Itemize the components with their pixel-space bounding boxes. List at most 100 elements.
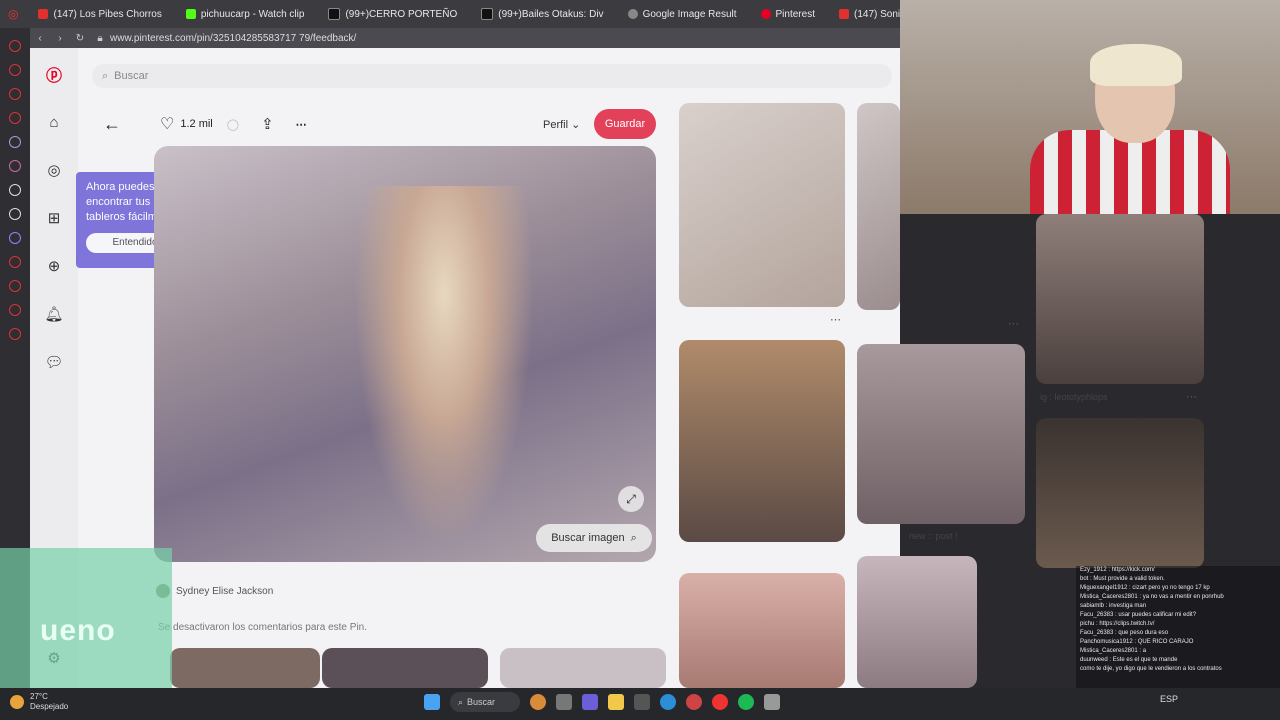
pin-caption: new :: post !: [909, 531, 958, 541]
related-pin[interactable]: [322, 648, 488, 688]
save-button[interactable]: Guardar: [594, 109, 656, 139]
browser-sidebar: [0, 28, 30, 548]
sidebar-app-icon[interactable]: [9, 40, 21, 52]
widget-icon[interactable]: [530, 694, 546, 710]
boards-icon[interactable]: ⊞: [44, 208, 64, 228]
related-pin[interactable]: [857, 103, 900, 310]
sidebar-app-icon[interactable]: [9, 136, 21, 148]
pin-image-subject: [354, 186, 534, 546]
related-pin[interactable]: [679, 340, 845, 542]
tiktok-icon: [481, 8, 494, 20]
visual-search-icon: ⌕: [630, 531, 637, 544]
edge-icon[interactable]: [660, 694, 676, 710]
sidebar-app-icon[interactable]: [9, 184, 21, 196]
home-icon[interactable]: ⌂: [44, 112, 64, 132]
sidebar-app-icon[interactable]: [9, 64, 21, 76]
language-indicator[interactable]: ESP: [1160, 694, 1178, 704]
more-options-icon[interactable]: ⋯: [1008, 317, 1019, 330]
chevron-down-icon: ⌄: [571, 119, 581, 131]
sidebar-app-icon[interactable]: [9, 256, 21, 268]
chat-line: Mistica_Caceres2801 : ya no vas a mentir…: [1080, 594, 1224, 600]
related-pin[interactable]: [679, 103, 845, 307]
more-options-icon[interactable]: ⋯: [1186, 390, 1197, 403]
profile-dropdown[interactable]: Perfil ⌄: [543, 118, 580, 131]
taskbar-apps: ⌕ Buscar: [424, 692, 780, 712]
webcam-hair: [1090, 44, 1182, 86]
globe-icon: [627, 9, 638, 19]
create-icon[interactable]: ⊕: [44, 256, 64, 276]
tab-4[interactable]: (99+)Bailes Otakus: Div: [469, 0, 615, 28]
spotify-icon[interactable]: [738, 694, 754, 710]
chat-line: Facu_26383 : usar puedes calificar mi ed…: [1080, 612, 1197, 618]
more-options-icon[interactable]: ⋯: [296, 118, 307, 131]
explore-icon[interactable]: ◎: [44, 160, 64, 180]
chat-line: Ezy_1912 : https://kick.com/: [1080, 567, 1155, 573]
related-pin[interactable]: [679, 573, 845, 688]
pinterest-icon: [760, 9, 771, 19]
back-icon[interactable]: ‹: [30, 33, 50, 44]
chat-line: Panchomusica1912 : QUE RICO CARAJO: [1080, 639, 1194, 645]
sidebar-app-icon[interactable]: [9, 280, 21, 292]
expand-icon[interactable]: ⤢: [618, 486, 644, 512]
share-icon[interactable]: ⇪: [261, 115, 274, 133]
chat-line: duunweed : Este es el que te mande: [1080, 657, 1178, 663]
tab-6[interactable]: Pinterest: [749, 0, 827, 28]
temperature: 27°C: [30, 692, 48, 701]
search-image-button[interactable]: Buscar imagen ⌕: [536, 524, 652, 552]
chat-line: sabiamlb : investiga man: [1080, 603, 1147, 609]
chat-line: Mistica_Caceres2801 : a: [1080, 648, 1147, 654]
chat-line: Miguexangel1912 : cizart pero yo no teng…: [1080, 585, 1210, 591]
youtube-icon: [38, 9, 49, 19]
tab-2[interactable]: pichuucarp - Watch clip: [174, 0, 317, 28]
sidebar-app-icon[interactable]: [9, 112, 21, 124]
comment-icon[interactable]: ◯: [227, 118, 239, 131]
opera-icon[interactable]: [712, 694, 728, 710]
related-pin[interactable]: [170, 648, 320, 688]
app-icon[interactable]: [686, 694, 702, 710]
sidebar-app-icon[interactable]: [9, 304, 21, 316]
task-view-icon[interactable]: [556, 694, 572, 710]
file-explorer-icon[interactable]: [608, 694, 624, 710]
kick-icon: [185, 9, 196, 19]
weather-widget[interactable]: 27°C Despejado: [10, 692, 68, 712]
sponsor-logo: ueno: [40, 614, 116, 647]
related-pin[interactable]: [1036, 418, 1204, 568]
notes-icon[interactable]: [764, 694, 780, 710]
pinterest-logo-icon[interactable]: ⓟ: [44, 64, 64, 85]
opera-icon: ◎: [8, 7, 19, 21]
tab-5[interactable]: Google Image Result: [616, 0, 749, 28]
reload-icon[interactable]: ↻: [70, 33, 90, 44]
sidebar-app-icon[interactable]: [9, 232, 21, 244]
sidebar-app-icon[interactable]: [9, 208, 21, 220]
back-arrow-icon[interactable]: ←: [100, 114, 124, 135]
heart-icon[interactable]: ♡: [160, 114, 174, 134]
url-text[interactable]: www.pinterest.com/pin/325104285583717 79…: [110, 33, 356, 44]
pin-image[interactable]: ⤢: [154, 146, 656, 562]
forward-icon[interactable]: ›: [50, 33, 70, 44]
related-pin[interactable]: [1036, 214, 1204, 384]
related-pin[interactable]: [500, 648, 666, 688]
browser-menu[interactable]: ◎: [0, 0, 26, 28]
related-pin[interactable]: [857, 556, 977, 688]
messages-icon[interactable]: 💬︎: [44, 352, 64, 372]
pin-author[interactable]: Sydney Elise Jackson: [156, 584, 273, 598]
sidebar-app-icon[interactable]: [9, 328, 21, 340]
chat-line: como te dije, yo digo que le vendieron a…: [1080, 666, 1222, 672]
stream-chat: Ezy_1912 : https://kick.com/ bot : Must …: [1076, 566, 1280, 696]
chat-app-icon[interactable]: [582, 694, 598, 710]
windows-start-icon[interactable]: [424, 694, 440, 710]
tab-3[interactable]: (99+)CERRO PORTEÑO: [316, 0, 469, 28]
sidebar-app-icon[interactable]: [9, 160, 21, 172]
sun-icon: [10, 695, 24, 709]
more-options-icon[interactable]: ⋯: [830, 313, 841, 326]
store-icon[interactable]: [634, 694, 650, 710]
related-pin[interactable]: [857, 344, 1025, 524]
notifications-icon[interactable]: 🔔︎: [44, 304, 64, 324]
search-input[interactable]: ⌕ Buscar: [92, 64, 892, 88]
youtube-icon: [838, 9, 849, 19]
comments-disabled-note: Se desactivaron los comentarios para est…: [158, 622, 367, 633]
taskbar-search[interactable]: ⌕ Buscar: [450, 692, 520, 712]
weather-status: Despejado: [30, 702, 69, 711]
sidebar-app-icon[interactable]: [9, 88, 21, 100]
tab-1[interactable]: (147) Los Pibes Chorros: [26, 0, 173, 28]
